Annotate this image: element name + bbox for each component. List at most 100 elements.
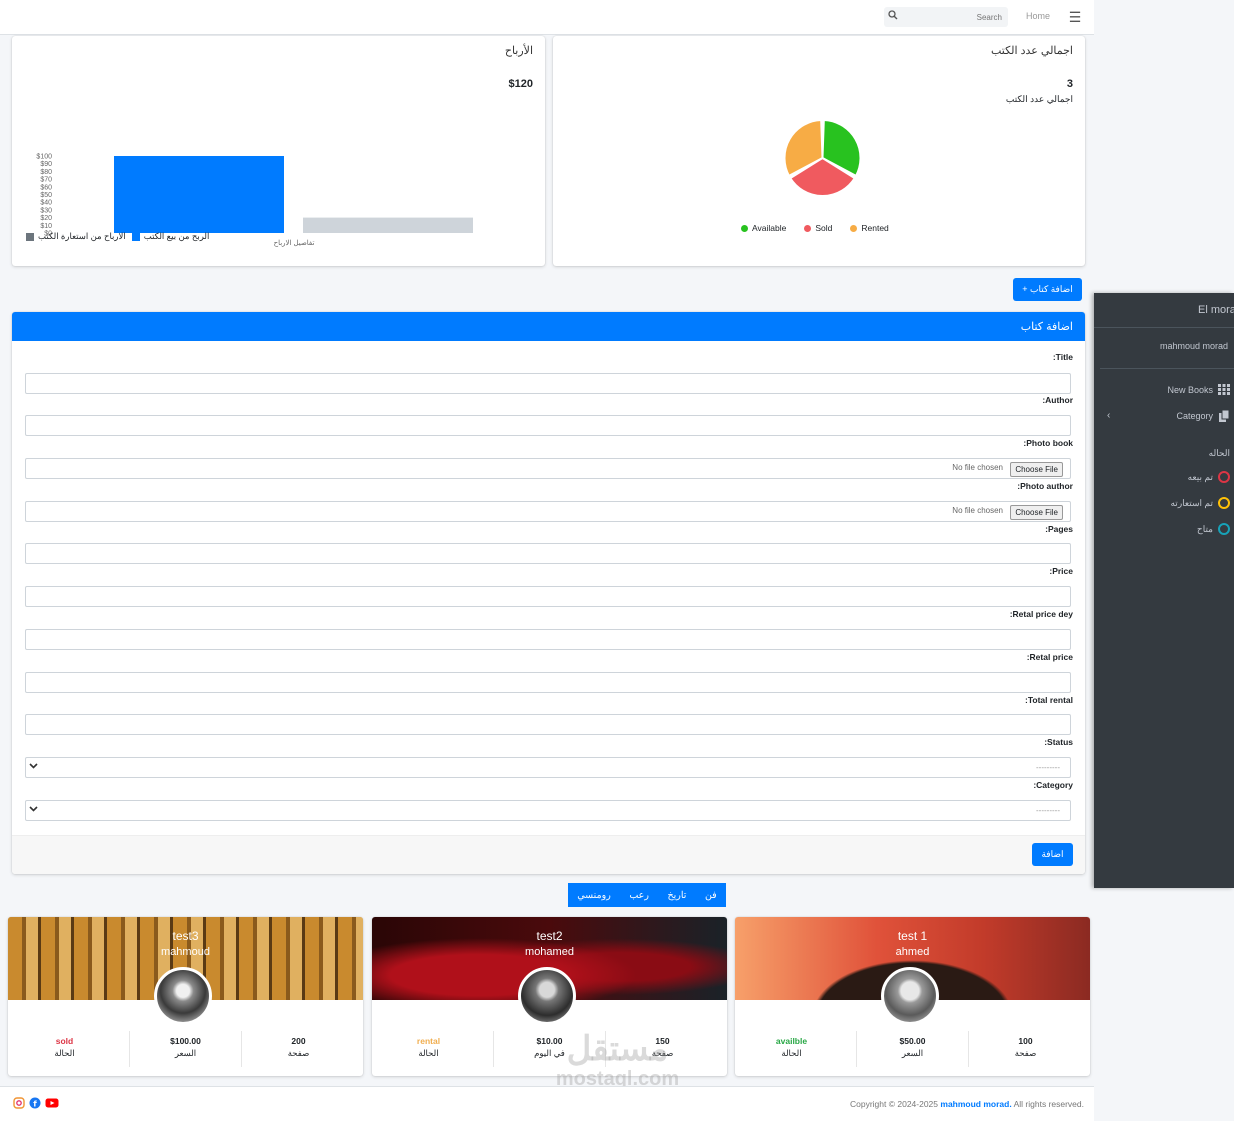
text-input[interactable] [25,586,1071,607]
text-input[interactable] [25,629,1071,650]
earnings-legend: الارباح من استعارة الكتب الربح من بيع ال… [26,231,209,242]
submit-button[interactable]: اضافة [1032,843,1073,866]
stat-price: $100.00 السعر [129,1029,242,1069]
book-author: mohamed [525,946,574,958]
user-divider [1100,368,1234,369]
text-input[interactable] [25,415,1071,436]
bar-rentals [303,217,473,233]
legend-dot-sold [804,224,812,232]
total-books-count-label: اجمالي عدد الكتب [1005,94,1073,104]
file-input[interactable]: Choose File No file chosen [25,501,1071,522]
sidebar-status-available[interactable]: متاح [1197,523,1230,535]
legend-item-sold[interactable]: Sold [804,223,832,233]
earnings-card: الأرباح $120 $100 $90 $80 $70 $60 $50 $40 $30 $2… [12,36,545,266]
pages-value: 100 [1018,1036,1033,1046]
legend-label-sold: Sold [815,223,833,233]
book-author: mahmoud [161,946,210,958]
status-value: availble [775,1036,808,1046]
book-card[interactable]: test2 mohamed rental الحالة $10.00 في اليو… [372,917,727,1076]
status-header: الحاله [1208,448,1230,458]
y-tick-label: $100 [36,154,52,161]
legend-item-available[interactable]: Available [741,223,786,233]
copy-icon [1218,409,1230,422]
form-title: اضافة كتاب [1020,321,1073,333]
pages-value: 200 [291,1036,306,1046]
price-label: السعر [174,1048,197,1058]
author-avatar [518,967,576,1025]
top-navbar: ☰ Home [0,0,1094,35]
legend-item-sales[interactable]: الربح من بيع الكتب [131,231,209,242]
add-book-button[interactable]: + اضافة كتاب [1013,278,1082,301]
legend-item-rentals[interactable]: الارباح من استعارة الكتب [26,231,126,242]
file-status: No file chosen [952,506,1003,515]
chevron-down-icon [29,761,38,773]
field-label: :Price [1049,566,1073,576]
y-tick-label: $60 [40,184,52,191]
books-legend: Available Sold Rented [741,223,889,233]
select-value: --------- [1036,763,1060,772]
field-label: :Retal price [1026,652,1073,662]
legend-label-rentals: الارباح من استعارة الكتب [38,231,126,241]
copyright-rights: All rights reserved. [1013,1099,1084,1109]
stat-status: availble الحالة [735,1029,848,1069]
page-footer: f Copyright © 2024-2025 mahmoud morad. A… [0,1086,1094,1121]
status-label: الحالة [54,1048,75,1058]
chevron-down-icon [29,804,38,816]
add-book-form: :Title:Author:Photo book Choose File No fi… [12,341,1085,835]
select-value: --------- [1036,806,1060,815]
copyright-author[interactable]: mahmoud morad. [940,1099,1011,1109]
search-input[interactable] [902,7,1002,27]
y-tick-label: $10 [40,223,52,230]
file-status: No file chosen [952,463,1003,472]
select-dropdown[interactable]: --------- [25,757,1071,778]
text-input[interactable] [25,714,1071,735]
file-input[interactable]: Choose File No file chosen [25,458,1071,479]
text-input[interactable] [25,672,1071,693]
book-stats: rental الحالة $10.00 في اليوم 150 صفحة [372,1029,727,1069]
search-box [884,7,1008,27]
legend-label-rented: Rented [861,223,889,233]
text-input[interactable] [25,543,1071,564]
home-link[interactable]: Home [1018,11,1058,21]
sidebar-item-category[interactable]: Category [1176,409,1230,422]
search-icon[interactable] [888,10,900,24]
field-label: :Total rental [1024,695,1073,705]
facebook-icon[interactable]: f [29,1097,41,1109]
hamburger-menu-icon[interactable]: ☰ [1066,9,1084,25]
brand-name[interactable]: El morad [1198,304,1234,316]
legend-swatch-sales [131,232,140,241]
price-value: $50.00 [899,1036,926,1046]
select-dropdown[interactable]: --------- [25,800,1071,821]
text-input[interactable] [25,373,1071,394]
circle-icon [1218,523,1230,535]
chevron-left-icon[interactable]: ‹ [1107,410,1110,421]
sidebar-status-sold[interactable]: تم بيعه [1188,471,1230,483]
tab-genre-art[interactable]: فن [705,890,717,901]
tab-genre-horror[interactable]: رعب [629,890,649,901]
sidebar-status-rented[interactable]: تم استعارته [1170,497,1230,509]
stat-pages: 100 صفحة [969,1029,1082,1069]
x-tick-label: تفاصيل الارباح [274,239,315,247]
book-card[interactable]: test3 mahmoud sold الحالة $100.00 السعر 20… [8,917,363,1076]
tab-genre-history[interactable]: تاريخ [667,890,686,901]
book-card[interactable]: test 1 ahmed availble الحالة $50.00 السعر … [735,917,1090,1076]
add-book-form-card: اضافة كتاب :Title:Author:Photo book Choos… [12,312,1085,874]
tab-genre-romance[interactable]: رومنسي [577,890,611,901]
field-label: :Author [1042,395,1073,405]
legend-label-available: Available [752,223,787,233]
field-label: :Photo book [1023,438,1073,448]
sidebar-item-new-books[interactable]: New Books [1167,384,1230,396]
field-label: :Category [1033,780,1073,790]
user-name[interactable]: mahmoud morad [1160,341,1228,351]
y-tick-label: $40 [40,200,52,207]
circle-icon [1218,471,1230,483]
earnings-title: الأرباح [504,45,533,57]
choose-file-button[interactable]: Choose File [1010,462,1063,477]
field-label: :Photo author [1017,481,1073,491]
choose-file-button[interactable]: Choose File [1010,505,1063,520]
legend-swatch-rentals [26,232,34,241]
youtube-icon[interactable] [45,1097,59,1109]
y-tick-label: $50 [40,192,52,199]
legend-item-rented[interactable]: Rented [850,223,889,233]
instagram-icon[interactable] [13,1097,25,1109]
